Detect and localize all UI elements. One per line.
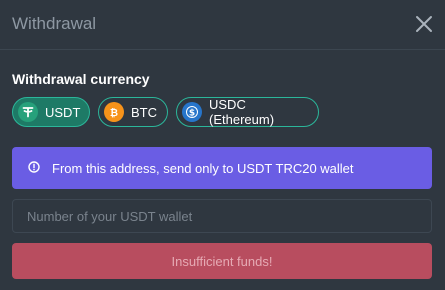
currency-label: Withdrawal currency [12,71,150,87]
info-icon [28,160,40,176]
insufficient-funds-button[interactable]: Insufficient funds! [12,243,432,279]
dialog-header: Withdrawal [0,0,445,50]
currency-option-label: USDC (Ethereum) [209,97,275,127]
currency-option-usdc[interactable]: $ USDC (Ethereum) [176,97,319,127]
currency-option-label: BTC [131,104,157,120]
currency-option-btc[interactable]: ₿ BTC [98,97,168,127]
wallet-address-input[interactable] [12,199,432,233]
usdc-icon: $ [182,102,202,122]
notice-banner: From this address, send only to USDT TRC… [12,147,432,189]
currency-option-usdt[interactable]: USDT [12,97,90,127]
tether-icon [18,102,38,122]
bitcoin-icon: ₿ [104,102,124,122]
notice-text: From this address, send only to USDT TRC… [52,160,354,176]
close-icon[interactable] [415,15,433,33]
currency-option-label: USDT [45,104,81,120]
dialog-title: Withdrawal [12,14,97,33]
svg-text:$: $ [189,109,195,119]
svg-text:₿: ₿ [110,107,118,118]
